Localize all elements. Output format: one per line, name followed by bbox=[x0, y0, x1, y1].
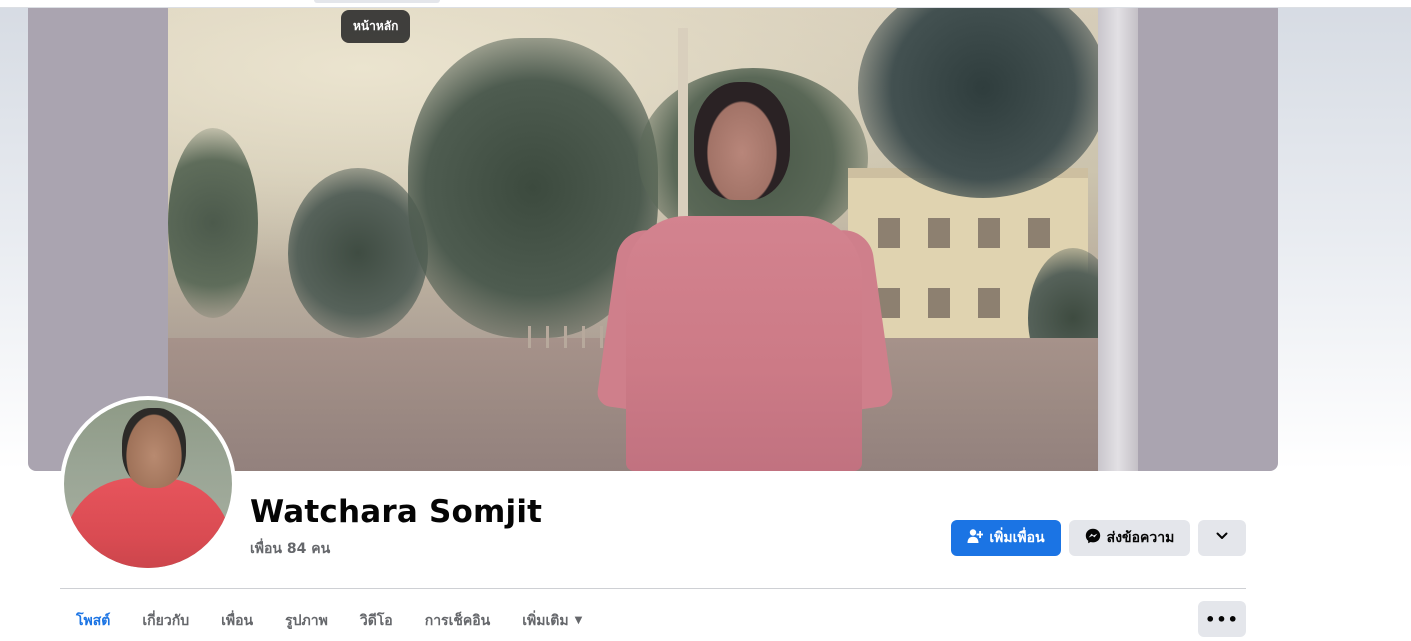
more-options-button[interactable]: ••• bbox=[1198, 601, 1246, 637]
add-friend-label: เพิ่มเพื่อน bbox=[989, 530, 1045, 546]
tab-more[interactable]: เพิ่มเติม ▼ bbox=[506, 600, 598, 641]
tab-about[interactable]: เกี่ยวกับ bbox=[126, 600, 205, 641]
tab-photos-label: รูปภาพ bbox=[285, 612, 328, 629]
profile-avatar[interactable] bbox=[60, 396, 236, 572]
cover-photo[interactable] bbox=[28, 8, 1278, 471]
tab-friends[interactable]: เพื่อน bbox=[205, 600, 269, 641]
cover-photo-image bbox=[168, 8, 1138, 471]
tab-about-label: เกี่ยวกับ bbox=[142, 612, 190, 629]
home-nav-indicator[interactable] bbox=[314, 0, 440, 3]
tab-posts-label: โพสต์ bbox=[76, 612, 111, 629]
friends-count[interactable]: เพื่อน 84 คน bbox=[250, 538, 330, 560]
tab-photos[interactable]: รูปภาพ bbox=[269, 600, 344, 641]
tab-check-ins[interactable]: การเช็คอิน bbox=[409, 600, 507, 641]
profile-options-dropdown[interactable] bbox=[1198, 520, 1246, 556]
message-button[interactable]: ส่งข้อความ bbox=[1069, 520, 1190, 556]
message-label: ส่งข้อความ bbox=[1106, 530, 1175, 546]
caret-down-icon: ▼ bbox=[574, 615, 583, 626]
add-person-icon bbox=[967, 528, 984, 548]
chevron-down-icon bbox=[1215, 529, 1229, 547]
tab-check-ins-label: การเช็คอิน bbox=[424, 612, 491, 629]
tab-more-label: เพิ่มเติม bbox=[522, 612, 569, 629]
add-friend-button[interactable]: เพิ่มเพื่อน bbox=[951, 520, 1061, 556]
top-bar-edge bbox=[0, 0, 1411, 8]
tab-posts[interactable]: โพสต์ bbox=[60, 600, 126, 641]
profile-name: Watchara Somjit bbox=[250, 494, 543, 530]
profile-tabs: โพสต์ เกี่ยวกับ เพื่อน รูปภาพ วิดีโอ การ… bbox=[60, 600, 598, 641]
ellipsis-icon: ••• bbox=[1205, 609, 1239, 629]
header-divider bbox=[60, 588, 1246, 589]
tab-friends-label: เพื่อน bbox=[221, 612, 254, 629]
messenger-icon bbox=[1085, 528, 1101, 548]
tab-videos-label: วิดีโอ bbox=[359, 612, 393, 629]
home-tooltip: หน้าหลัก bbox=[341, 10, 411, 43]
avatar-image bbox=[64, 400, 232, 568]
tab-videos[interactable]: วิดีโอ bbox=[344, 600, 409, 641]
